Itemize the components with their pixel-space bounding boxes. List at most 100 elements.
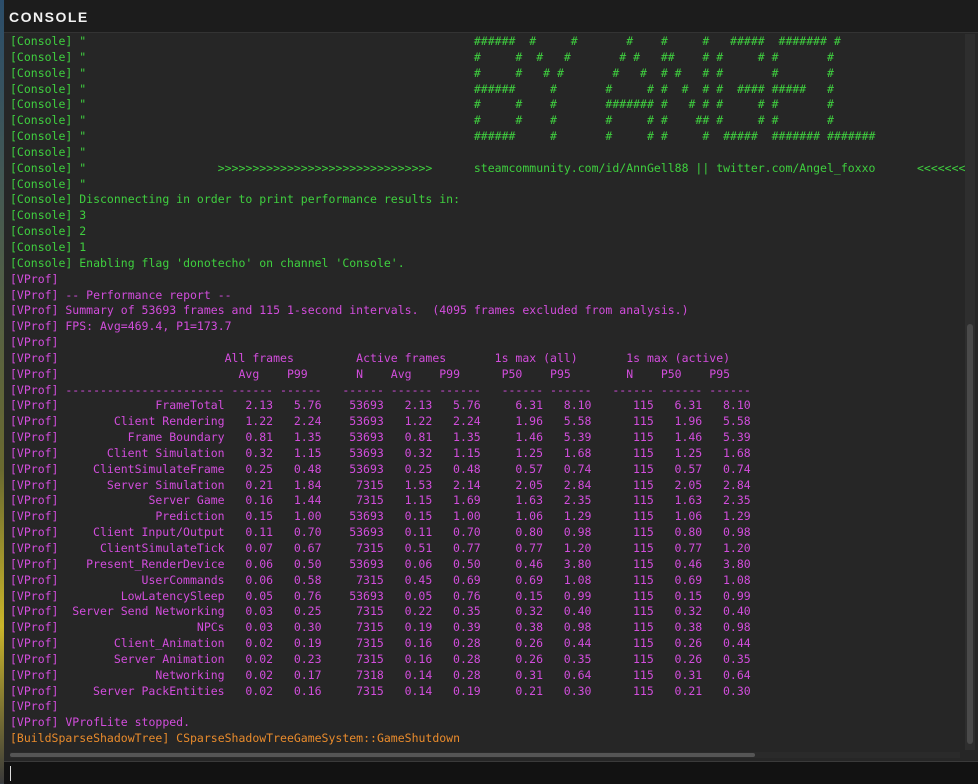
cell-all-avg: 1.22 xyxy=(245,414,274,429)
cell-max-all-p50: 1.06 xyxy=(515,509,544,524)
cell-max-all-p95: 0.35 xyxy=(563,651,592,666)
cell-max-all-p50: 0.32 xyxy=(515,604,544,619)
cell-max-all-p50: 0.57 xyxy=(515,461,544,476)
vprof-prefix: [VProf] xyxy=(10,414,59,429)
cell-all-avg: 0.03 xyxy=(245,604,274,619)
cell-all-p99: 0.23 xyxy=(293,651,322,666)
cell-label: LowLatencySleep xyxy=(120,588,225,603)
cell-max-active-n: 115 xyxy=(632,430,654,445)
cell-active-n: 53693 xyxy=(349,588,384,603)
cell-active-avg: 0.15 xyxy=(404,509,433,524)
cell-max-active-p95: 0.74 xyxy=(722,461,751,476)
cell-active-n: 7315 xyxy=(356,636,384,651)
cell-max-active-p50: 1.46 xyxy=(674,430,703,445)
console-log-line: [Console] " # # # ####### # # # # # # # xyxy=(10,97,834,112)
vprof-log-line: [VProf] xyxy=(10,699,59,714)
cell-active-avg: 1.15 xyxy=(404,493,433,508)
cell-active-p99: 1.69 xyxy=(453,493,481,508)
table-row: [VProf] Networking 0.02 0.17 7318 0.14 0.28 0.3… xyxy=(10,668,965,684)
cell-max-all-p95: 0.64 xyxy=(563,667,592,682)
cell-max-all-p50: 2.05 xyxy=(515,477,544,492)
cell-max-active-n: 115 xyxy=(632,525,654,540)
cell-label: Server Send Networking xyxy=(72,604,225,619)
cell-max-all-p50: 0.69 xyxy=(515,572,544,587)
cell-max-active-n: 115 xyxy=(632,445,654,460)
cell-max-active-n: 115 xyxy=(632,636,654,651)
cell-max-all-p50: 0.15 xyxy=(515,588,544,603)
cell-max-active-p50: 0.15 xyxy=(674,588,703,603)
cell-active-p99: 0.76 xyxy=(453,588,481,603)
vprof-prefix: [VProf] xyxy=(10,572,59,587)
cell-active-avg: 0.81 xyxy=(404,430,433,445)
cell-label: Server Animation xyxy=(113,651,225,666)
cell-label: Client Input/Output xyxy=(93,525,225,540)
cell-max-active-p95: 5.58 xyxy=(722,414,751,429)
cell-max-active-p95: 0.98 xyxy=(722,620,751,635)
cell-max-active-p95: 0.99 xyxy=(722,588,751,603)
vprof-prefix: [VProf] xyxy=(10,430,59,445)
vprof-log-line: [VProf] All frames Active frames 1s max … xyxy=(10,350,731,365)
console-log-line: [Console] " # # # # # # ## # # # # # xyxy=(10,49,834,64)
cell-all-p99: 0.17 xyxy=(293,667,322,682)
vertical-scrollbar[interactable] xyxy=(965,34,975,750)
scrollbar-thumb[interactable] xyxy=(10,753,755,757)
cell-active-p99: 0.28 xyxy=(453,667,481,682)
cell-max-active-n: 115 xyxy=(632,509,654,524)
console-log-line: [Console] Disconnecting in order to prin… xyxy=(10,192,461,207)
cell-active-avg: 0.16 xyxy=(404,651,433,666)
cell-max-all-p50: 0.46 xyxy=(515,556,544,571)
cell-all-p99: 0.70 xyxy=(293,525,322,540)
cell-max-active-p50: 0.77 xyxy=(674,541,703,555)
cell-all-avg: 0.11 xyxy=(245,525,274,540)
vprof-prefix: [VProf] xyxy=(10,620,59,635)
console-input[interactable] xyxy=(4,761,978,784)
title-bar[interactable]: CONSOLE xyxy=(4,0,978,33)
cell-max-active-p50: 0.26 xyxy=(674,651,703,666)
cell-active-p99: 0.28 xyxy=(453,651,481,666)
cell-max-all-p50: 1.46 xyxy=(515,430,544,445)
cell-active-avg: 0.45 xyxy=(404,572,433,587)
cell-max-all-p50: 0.77 xyxy=(515,541,544,555)
cell-all-avg: 0.02 xyxy=(245,667,274,682)
vprof-log-line: [VProf] ----------------------- ------ -… xyxy=(10,382,751,397)
cell-active-n: 7315 xyxy=(356,651,384,666)
cell-active-avg: 0.22 xyxy=(404,604,433,619)
cell-max-active-p50: 0.57 xyxy=(674,461,703,476)
cell-all-avg: 0.06 xyxy=(245,572,274,587)
cell-active-n: 7318 xyxy=(356,667,384,682)
cell-max-active-p95: 0.44 xyxy=(722,636,751,651)
cell-active-avg: 0.19 xyxy=(404,620,433,635)
vprof-prefix: [VProf] xyxy=(10,509,59,524)
console-log-line: [Console] 3 xyxy=(10,208,87,223)
scrollbar-thumb[interactable] xyxy=(967,324,973,744)
cell-active-p99: 1.35 xyxy=(453,430,481,445)
cell-active-p99: 0.35 xyxy=(453,604,481,619)
cell-active-n: 7315 xyxy=(356,604,384,619)
console-log-line: [Console] 2 xyxy=(10,224,87,239)
cell-all-p99: 0.19 xyxy=(293,636,322,651)
cell-label: Server Game xyxy=(148,493,225,508)
cell-max-all-p50: 0.38 xyxy=(515,620,544,635)
cell-all-avg: 0.06 xyxy=(245,556,274,571)
cell-max-all-p50: 0.80 xyxy=(515,525,544,540)
cell-label: Frame Boundary xyxy=(127,430,225,445)
cell-all-p99: 1.84 xyxy=(293,477,322,492)
vprof-prefix: [VProf] xyxy=(10,541,59,555)
vprof-prefix: [VProf] xyxy=(10,651,59,666)
cell-label: ClientSimulateFrame xyxy=(93,461,225,476)
cell-max-all-p50: 6.31 xyxy=(515,398,544,413)
cell-active-p99: 0.70 xyxy=(453,525,481,540)
vprof-prefix: [VProf] xyxy=(10,588,59,603)
cell-all-avg: 0.32 xyxy=(245,445,274,460)
vprof-log-line: [VProf] xyxy=(10,271,59,286)
cell-max-active-p50: 0.69 xyxy=(674,572,703,587)
cell-active-avg: 0.14 xyxy=(404,683,433,698)
cell-all-p99: 0.67 xyxy=(293,541,322,555)
cell-all-p99: 0.16 xyxy=(293,683,322,698)
console-output: [Console] " ###### # # # # # ##### #####… xyxy=(10,34,965,750)
table-row: [VProf] ClientSimulateFrame 0.25 0.48 53693 0… xyxy=(10,462,965,478)
console-log-line: [Console] Enabling flag 'donotecho' on c… xyxy=(10,255,405,270)
horizontal-scrollbar[interactable] xyxy=(10,752,960,758)
cell-max-active-p95: 0.35 xyxy=(722,651,751,666)
cell-max-active-p95: 1.68 xyxy=(722,445,751,460)
